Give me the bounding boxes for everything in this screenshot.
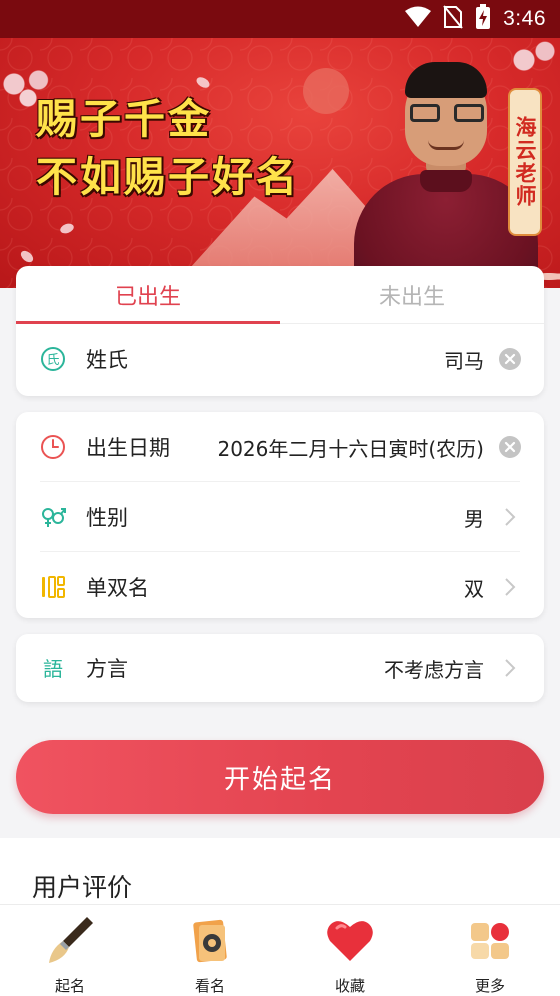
nav-item-more[interactable]: 更多 [420, 905, 560, 996]
more-grid-icon [463, 913, 517, 967]
dialect-value[interactable]: 不考虑方言 [128, 654, 484, 683]
tab-unborn[interactable]: 未出生 [280, 266, 544, 323]
chevron-right-icon [498, 505, 522, 529]
birth-status-tabs: 已出生 未出生 [16, 266, 544, 324]
nav-label: 更多 [474, 977, 505, 995]
slogan-line-2: 不如赐子好名 [36, 153, 300, 201]
nav-item-naming[interactable]: 起名 [0, 905, 140, 996]
battery-charging-icon [475, 4, 491, 34]
name-card-icon [183, 913, 237, 967]
name-length-label: 单双名 [86, 576, 149, 600]
nav-label: 起名 [54, 977, 85, 995]
dialect-row[interactable]: 語 方言 不考虑方言 [16, 634, 544, 702]
birth-date-value[interactable]: 2026年二月十六日寅时(农历) [170, 433, 484, 462]
banner-slogan: 赐子千金 不如赐子好名 [36, 90, 300, 206]
name-length-row[interactable]: 单双名 双 [16, 552, 544, 622]
slogan-line-1: 赐子千金 [36, 95, 212, 143]
name-length-icon [40, 574, 66, 600]
brush-icon [43, 913, 97, 967]
dialect-card: 語 方言 不考虑方言 [16, 634, 544, 702]
clear-birth-date-button[interactable] [498, 435, 522, 459]
teacher-name: 海云老师 [513, 116, 537, 208]
chevron-right-icon [498, 656, 522, 680]
surname-value[interactable]: 司马 [128, 345, 484, 374]
tab-born[interactable]: 已出生 [16, 266, 280, 324]
dialect-label: 方言 [86, 657, 128, 681]
app-screen: 3:46 赐子千金 不如赐子好名 海云老师 已出生 未出生 氏 姓氏 司马 出生… [0, 0, 560, 996]
surname-card: 已出生 未出生 氏 姓氏 司马 [16, 266, 544, 396]
banner-sun [303, 68, 349, 114]
dialect-icon: 語 [40, 655, 66, 681]
clear-surname-button[interactable] [498, 347, 522, 371]
surname-label: 姓氏 [86, 348, 128, 372]
birth-info-card: 出生日期 2026年二月十六日寅时(农历) 性别 男 单双名 双 [16, 412, 544, 618]
clear-icon [499, 348, 521, 370]
nav-label: 看名 [194, 977, 225, 995]
svg-text:氏: 氏 [46, 353, 59, 368]
nav-item-favorites[interactable]: 收藏 [280, 905, 420, 996]
start-naming-button[interactable]: 开始起名 [16, 740, 544, 814]
teacher-name-tag: 海云老师 [508, 88, 542, 236]
no-sim-icon [443, 5, 463, 33]
nav-item-view-name[interactable]: 看名 [140, 905, 280, 996]
svg-text:語: 語 [43, 657, 63, 681]
clock-icon [40, 434, 66, 460]
status-time: 3:46 [503, 7, 546, 30]
gender-value[interactable]: 男 [128, 503, 484, 532]
status-bar: 3:46 [0, 0, 560, 38]
nav-label: 收藏 [334, 977, 365, 995]
gender-row[interactable]: 性别 男 [16, 482, 544, 552]
birth-date-row[interactable]: 出生日期 2026年二月十六日寅时(农历) [16, 412, 544, 482]
surname-icon: 氏 [40, 346, 66, 372]
bottom-navigation: 起名 看名 收藏 更多 [0, 904, 560, 996]
reviews-title: 用户评价 [32, 873, 133, 902]
gender-label: 性别 [86, 506, 128, 530]
surname-row[interactable]: 氏 姓氏 司马 [16, 324, 544, 394]
heart-icon [323, 913, 377, 967]
promo-banner[interactable]: 赐子千金 不如赐子好名 海云老师 [0, 38, 560, 288]
wifi-icon [405, 6, 432, 32]
birth-date-label: 出生日期 [86, 436, 170, 460]
clear-icon [499, 436, 521, 458]
name-length-value[interactable]: 双 [149, 573, 484, 602]
gender-icon [40, 504, 66, 530]
chevron-right-icon [498, 575, 522, 599]
